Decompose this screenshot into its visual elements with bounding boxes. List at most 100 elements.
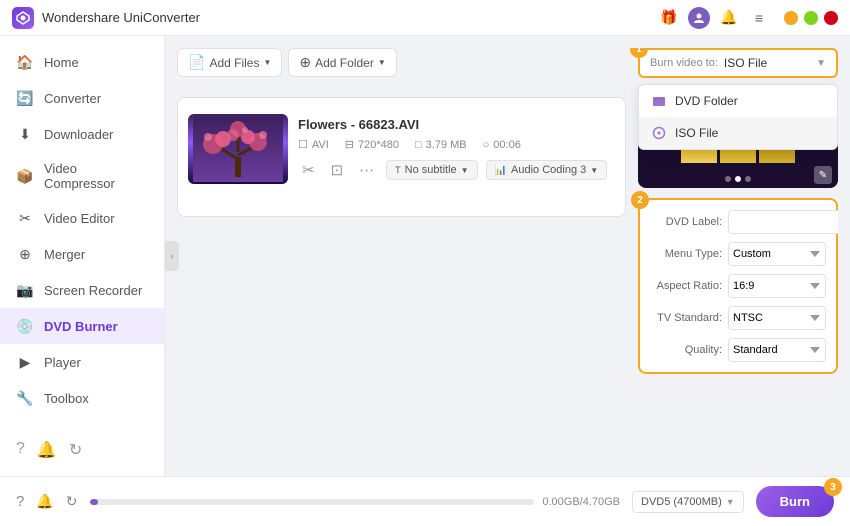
sidebar-item-player[interactable]: ▶ Player	[0, 344, 164, 380]
resolution-icon: ⊟	[345, 138, 354, 151]
sidebar-label-player: Player	[44, 355, 81, 370]
add-folder-icon: ⊕	[299, 54, 311, 71]
sidebar-toggle-button[interactable]: ‹	[165, 241, 179, 271]
add-folder-caret: ▼	[378, 58, 386, 67]
dropdown-item-dvd-folder[interactable]: DVD Folder	[639, 85, 837, 117]
file-info: Flowers - 66823.AVI ☐ AVI ⊟ 720*480	[298, 117, 615, 181]
sidebar-label-dvd: DVD Burner	[44, 319, 118, 334]
aspect-ratio-select[interactable]: 16:9 4:3	[728, 274, 826, 298]
bottom-icons: ? 🔔 ↻	[16, 493, 78, 510]
sidebar-item-video-compressor[interactable]: 📦 Video Compressor	[0, 152, 164, 200]
dvd-size-select[interactable]: DVD5 (4700MB) ▼	[632, 491, 744, 513]
player-icon: ▶	[16, 353, 34, 371]
tv-standard-select[interactable]: NTSC PAL	[728, 306, 826, 330]
bell-icon[interactable]: 🔔	[718, 7, 740, 29]
dvd-label-input[interactable]	[728, 210, 838, 234]
size-icon: □	[415, 139, 422, 151]
audio-caret: ▼	[590, 166, 598, 175]
preview-dot-3	[745, 176, 751, 182]
file-format: ☐ AVI	[298, 138, 329, 151]
sidebar-label-converter: Converter	[44, 91, 101, 106]
home-icon: 🏠	[16, 53, 34, 71]
sidebar-item-dvd-burner[interactable]: 💿 DVD Burner	[0, 308, 164, 344]
add-files-label: Add Files	[209, 56, 259, 70]
aspect-ratio-row: Aspect Ratio: 16:9 4:3	[650, 274, 826, 298]
user-avatar[interactable]	[688, 7, 710, 29]
file-item: Flowers - 66823.AVI ☐ AVI ⊟ 720*480	[188, 108, 615, 190]
iso-file-label: ISO File	[675, 126, 718, 140]
burn-to-container: 1 Burn video to: ISO File ▼	[638, 48, 838, 78]
dvd-label-row: DVD Label:	[650, 210, 826, 234]
burn-to-caret: ▼	[816, 58, 826, 69]
audio-icon: 📊	[495, 165, 507, 176]
sidebar-item-home[interactable]: 🏠 Home	[0, 44, 164, 80]
sidebar-label-merger: Merger	[44, 247, 85, 262]
sync-icon[interactable]: ↻	[69, 440, 82, 460]
dvd-size-caret: ▼	[726, 497, 735, 507]
menu-type-row: Menu Type: Custom None	[650, 242, 826, 266]
storage-text: 0.00GB/4.70GB	[542, 496, 620, 508]
sidebar: 🏠 Home 🔄 Converter ⬇ Downloader 📦 Video …	[0, 36, 165, 476]
help-icon[interactable]: ?	[16, 440, 25, 460]
file-thumbnail	[188, 114, 288, 184]
app-logo	[12, 7, 34, 29]
storage-bar-fill	[90, 499, 99, 505]
add-folder-button[interactable]: ⊕ Add Folder ▼	[288, 48, 396, 77]
burn-to-dropdown-menu: DVD Folder ISO File	[638, 84, 838, 150]
menu-type-select[interactable]: Custom None	[728, 242, 826, 266]
close-button[interactable]: ×	[824, 11, 838, 25]
sidebar-label-editor: Video Editor	[44, 211, 115, 226]
minimize-button[interactable]: −	[784, 11, 798, 25]
add-files-button[interactable]: 📄 Add Files ▼	[177, 48, 282, 77]
sidebar-item-converter[interactable]: 🔄 Converter	[0, 80, 164, 116]
dvd-folder-icon	[651, 93, 667, 109]
subtitle-dropdown[interactable]: T No subtitle ▼	[386, 160, 477, 180]
dvd-label-label: DVD Label:	[650, 216, 722, 228]
subtitle-label: T	[395, 165, 401, 175]
sidebar-item-toolbox[interactable]: 🔧 Toolbox	[0, 380, 164, 416]
converter-icon: 🔄	[16, 89, 34, 107]
effects-button[interactable]: ⋯	[355, 159, 378, 181]
file-actions: ✂ ⊡ ⋯ T No subtitle ▼ 📊 Au	[298, 159, 615, 181]
maximize-button[interactable]: □	[804, 11, 818, 25]
refresh-icon[interactable]: ↻	[66, 493, 78, 510]
left-content: 📄 Add Files ▼ ⊕ Add Folder ▼	[177, 48, 626, 464]
titlebar: Wondershare UniConverter 🎁 🔔 ≡ − □ ×	[0, 0, 850, 36]
burn-to-select[interactable]: Burn video to: ISO File ▼	[638, 48, 838, 78]
titlebar-actions: 🎁 🔔 ≡ − □ ×	[658, 7, 838, 29]
crop-button[interactable]: ⊡	[327, 159, 348, 181]
gift-icon[interactable]: 🎁	[658, 7, 680, 29]
sidebar-label-toolbox: Toolbox	[44, 391, 89, 406]
sidebar-item-video-editor[interactable]: ✂ Video Editor	[0, 200, 164, 236]
add-folder-label: Add Folder	[315, 56, 374, 70]
sidebar-item-screen-recorder[interactable]: 📷 Screen Recorder	[0, 272, 164, 308]
sidebar-item-downloader[interactable]: ⬇ Downloader	[0, 116, 164, 152]
notification-icon[interactable]: 🔔	[37, 440, 57, 460]
duration-icon: ○	[483, 139, 490, 151]
quality-label: Quality:	[650, 344, 722, 356]
quality-select[interactable]: Standard High Low	[728, 338, 826, 362]
file-resolution: ⊟ 720*480	[345, 138, 399, 151]
aspect-ratio-label: Aspect Ratio:	[650, 280, 722, 292]
subtitle-caret: ▼	[461, 166, 469, 175]
thumbnail-inner	[188, 114, 288, 184]
cut-button[interactable]: ✂	[298, 159, 319, 181]
notification-bell-icon[interactable]: 🔔	[36, 493, 53, 510]
burn-button[interactable]: Burn 3	[756, 486, 834, 517]
question-icon[interactable]: ?	[16, 493, 24, 510]
audio-value: Audio Coding 3	[511, 164, 586, 176]
burn-to-value: ISO File	[724, 56, 810, 70]
app-title: Wondershare UniConverter	[42, 10, 658, 25]
menu-icon[interactable]: ≡	[748, 7, 770, 29]
sidebar-item-merger[interactable]: ⊕ Merger	[0, 236, 164, 272]
preview-dots	[725, 176, 751, 182]
dropdown-item-iso-file[interactable]: ISO File	[639, 117, 837, 149]
sidebar-bottom: ? 🔔 ↻	[0, 432, 164, 468]
add-files-caret: ▼	[263, 58, 271, 67]
bottom-bar: ? 🔔 ↻ 0.00GB/4.70GB DVD5 (4700MB) ▼ Burn…	[0, 476, 850, 526]
preview-edit-button[interactable]: ✎	[814, 166, 832, 184]
storage-info: 0.00GB/4.70GB	[90, 496, 621, 508]
add-files-icon: 📄	[188, 54, 205, 71]
audio-dropdown[interactable]: 📊 Audio Coding 3 ▼	[486, 160, 608, 180]
file-meta: ☐ AVI ⊟ 720*480 □ 3.79 MB	[298, 138, 615, 151]
